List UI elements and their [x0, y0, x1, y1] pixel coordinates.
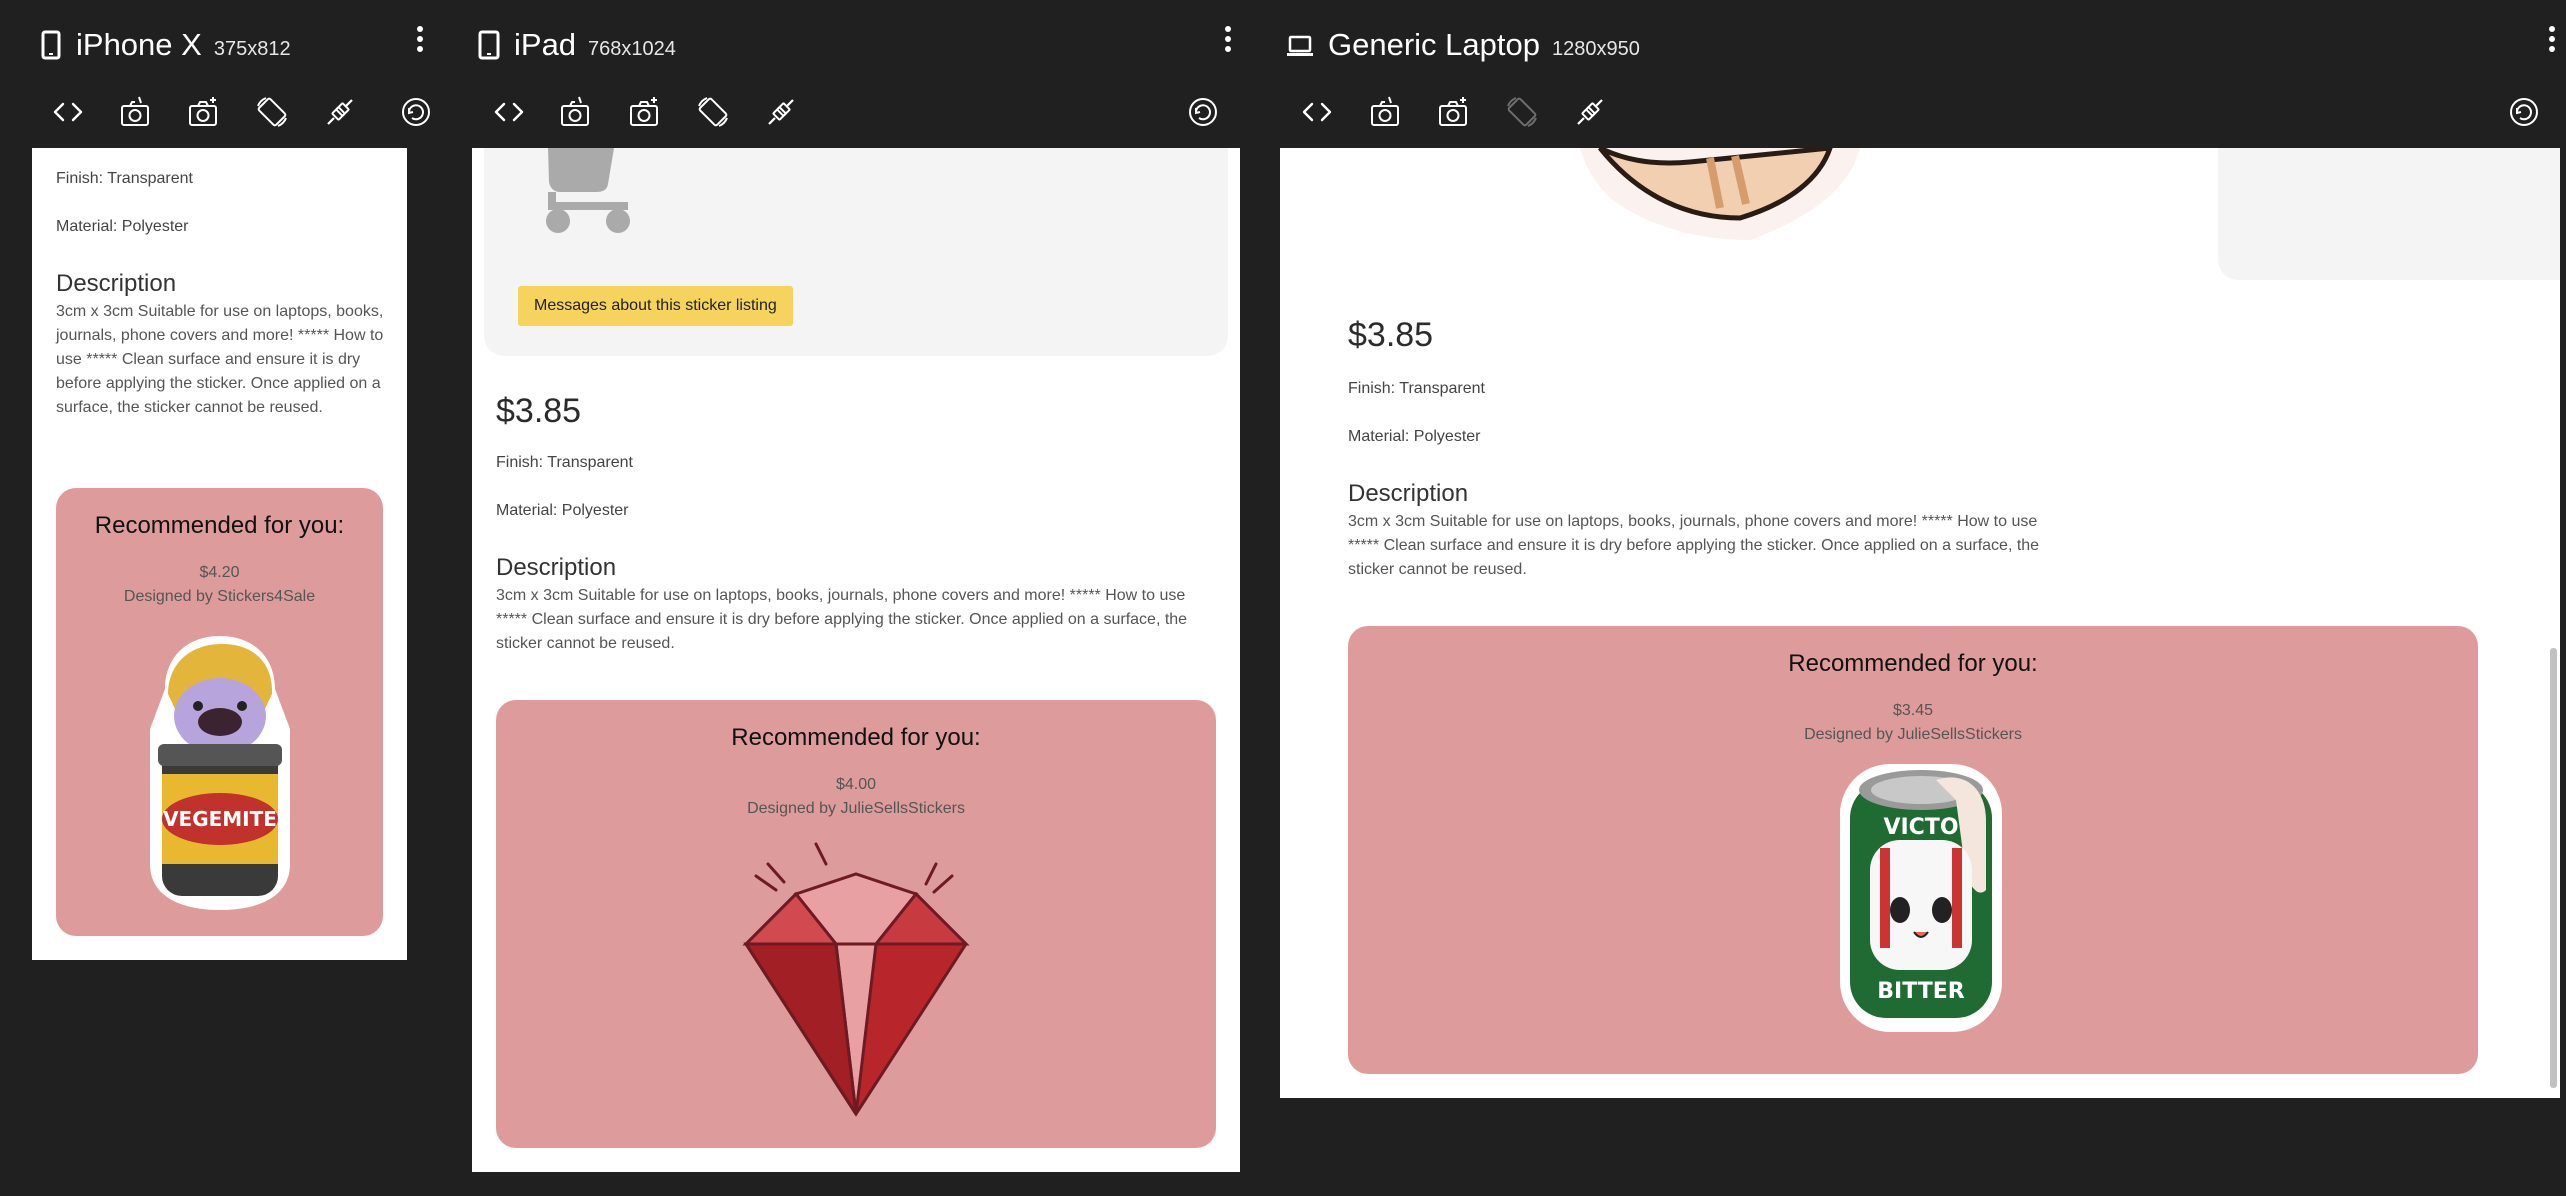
finish-label: Finish: Transparent — [496, 454, 633, 471]
laptop-viewport[interactable]: $3.85 Finish: Transparent Material: Poly… — [1280, 148, 2560, 1098]
screenshot-viewport-icon[interactable] — [181, 90, 225, 134]
rotate-device-icon — [1500, 90, 1544, 134]
device-toolbar — [1250, 90, 2566, 148]
description-heading: Description — [56, 270, 177, 297]
description-heading: Description — [496, 554, 617, 581]
recommendation-title: Recommended for you: — [1788, 650, 2038, 677]
reload-icon[interactable] — [2502, 90, 2546, 134]
device-size: 375x812 — [213, 37, 291, 60]
product-sticker-image — [1580, 148, 1860, 240]
code-icon[interactable] — [46, 90, 90, 134]
recommendation-title: Recommended for you: — [731, 724, 981, 751]
more-options-icon[interactable] — [415, 26, 425, 52]
network-throttle-icon[interactable] — [759, 90, 803, 134]
network-throttle-icon[interactable] — [318, 90, 362, 134]
recommendation-price: $3.45 — [1892, 702, 1934, 719]
recommendation-price: $4.00 — [835, 776, 877, 793]
device-name: Generic Laptop — [1328, 27, 1540, 62]
victoria-bitter-can-sticker[interactable]: VICTO BITTER — [1836, 760, 2006, 1036]
reload-icon[interactable] — [1181, 90, 1225, 134]
screenshot-page-icon[interactable] — [1363, 90, 1407, 134]
ruby-gem-sticker[interactable] — [726, 834, 986, 1120]
device-panel-ipad: iPad 768x1024 Messages about this sticke… — [440, 0, 1250, 1196]
recommendation-designer: Designed by Stickers4Sale — [123, 588, 316, 605]
svg-text:VEGEMITE: VEGEMITE — [163, 807, 277, 831]
recommendation-price: $4.20 — [199, 564, 240, 581]
side-panel — [2218, 148, 2560, 280]
network-throttle-icon[interactable] — [1568, 90, 1612, 134]
device-name: iPhone X — [76, 27, 202, 62]
material-label: Material: Polyester — [56, 218, 189, 235]
recommendation-designer: Designed by JulieSellsStickers — [1804, 726, 2022, 743]
product-price: $3.85 — [496, 392, 582, 430]
finish-label: Finish: Transparent — [56, 170, 193, 187]
svg-text:VICTO: VICTO — [1883, 815, 1958, 840]
device-name: iPad — [514, 27, 577, 62]
svg-text:BITTER: BITTER — [1877, 979, 1965, 1004]
device-header: iPad 768x1024 — [478, 0, 1250, 90]
messages-button[interactable]: Messages about this sticker listing — [518, 286, 793, 326]
rotate-device-icon[interactable] — [691, 90, 735, 134]
screenshot-page-icon[interactable] — [113, 90, 157, 134]
scrollbar-thumb[interactable] — [2550, 648, 2557, 1088]
device-header: iPhone X 375x812 — [40, 0, 440, 90]
product-image-panel: Messages about this sticker listing — [484, 148, 1228, 356]
description-text: 3cm x 3cm Suitable for use on laptops, b… — [56, 303, 384, 416]
reload-icon[interactable] — [394, 90, 438, 134]
device-header: Generic Laptop 1280x950 — [1286, 0, 2566, 90]
screenshot-viewport-icon[interactable] — [622, 90, 666, 134]
description-text: 3cm x 3cm Suitable for use on laptops, b… — [496, 587, 1188, 652]
code-icon[interactable] — [1295, 90, 1339, 134]
description-text: 3cm x 3cm Suitable for use on laptops, b… — [1348, 513, 2040, 578]
tablet-icon — [478, 30, 500, 60]
cart-icon — [546, 148, 630, 233]
ipad-viewport[interactable]: Messages about this sticker listing $3.8… — [472, 148, 1240, 1172]
code-icon[interactable] — [487, 90, 531, 134]
iphone-viewport[interactable]: Finish: Transparent Material: Polyester … — [32, 148, 407, 960]
laptop-icon — [1287, 35, 1313, 56]
device-panel-iphone: iPhone X 375x812 Finish: Transparent Mat… — [0, 0, 440, 1196]
finish-label: Finish: Transparent — [1348, 380, 1485, 397]
description-heading: Description — [1348, 480, 1469, 507]
material-label: Material: Polyester — [496, 502, 629, 519]
recommendation-card[interactable]: Recommended for you: $4.00 Designed by J… — [496, 700, 1216, 1148]
more-options-icon[interactable] — [1223, 26, 1233, 52]
recommendation-designer: Designed by JulieSellsStickers — [747, 800, 965, 817]
more-options-icon[interactable] — [2547, 26, 2557, 52]
device-toolbar — [0, 90, 440, 148]
product-price: $3.85 — [1348, 316, 1434, 354]
device-size: 1280x950 — [1551, 37, 1640, 60]
device-size: 768x1024 — [588, 37, 676, 60]
recommendation-card[interactable]: Recommended for you: $4.20 Designed by S… — [56, 488, 383, 936]
screenshot-viewport-icon[interactable] — [1431, 90, 1475, 134]
recommendation-title: Recommended for you: — [94, 512, 345, 539]
rotate-device-icon[interactable] — [250, 90, 294, 134]
material-label: Material: Polyester — [1348, 428, 1481, 445]
device-toolbar — [440, 90, 1250, 148]
device-panel-laptop: Generic Laptop 1280x950 $3.85 Finish: Tr… — [1250, 0, 2566, 1196]
phone-icon — [41, 30, 61, 60]
recommendation-card[interactable]: Recommended for you: $3.45 Designed by J… — [1348, 626, 2478, 1074]
vegemite-sticker[interactable]: VEGEMITE — [140, 634, 300, 912]
screenshot-page-icon[interactable] — [553, 90, 597, 134]
